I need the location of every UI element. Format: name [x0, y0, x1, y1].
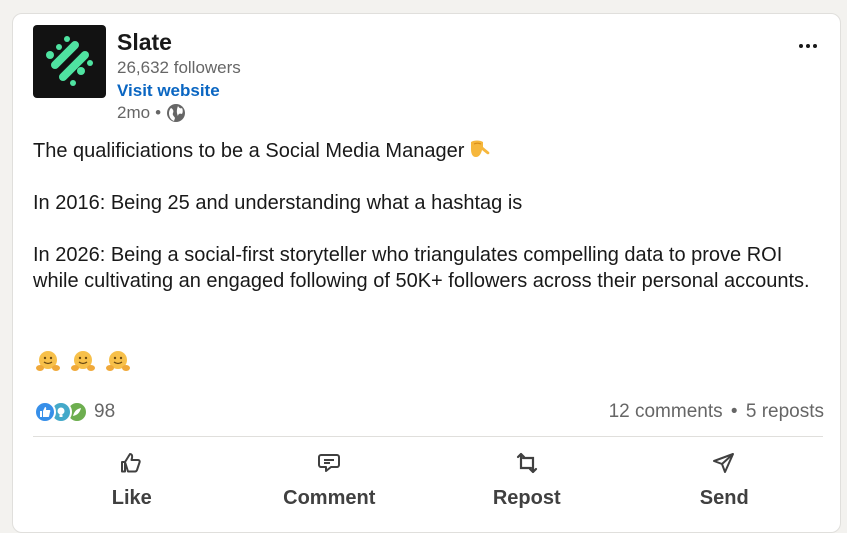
post-line-2: In 2016: Being 25 and understanding what…: [33, 192, 523, 214]
engagement-summary: 12 comments • 5 reposts: [609, 401, 824, 423]
divider: [33, 436, 823, 437]
action-bar: Like Comment Repost Send: [33, 446, 823, 516]
company-meta: Slate 26,632 followers Visit website 2mo…: [117, 28, 241, 124]
reaction-count[interactable]: 98: [94, 401, 115, 423]
separator-dot: •: [730, 401, 738, 422]
slate-logo-icon[interactable]: [33, 25, 106, 98]
reactions-summary[interactable]: 98: [34, 401, 115, 423]
post-line-1: The qualificiations to be a Social Media…: [33, 140, 465, 162]
repost-button[interactable]: Repost: [428, 446, 626, 516]
comment-button[interactable]: Comment: [231, 446, 429, 516]
post-body: The qualificiations to be a Social Media…: [33, 138, 833, 294]
separator-dot: •: [155, 103, 162, 122]
more-options-icon[interactable]: [794, 36, 822, 56]
like-button[interactable]: Like: [33, 446, 231, 516]
thumbs-up-icon: [119, 450, 145, 481]
globe-icon: [166, 103, 186, 123]
send-label: Send: [699, 487, 749, 509]
send-icon: [711, 450, 737, 481]
like-reaction-icon: [34, 401, 56, 423]
comment-label: Comment: [283, 487, 376, 509]
post-age: 2mo: [117, 103, 151, 122]
repost-icon: [514, 450, 540, 481]
like-label: Like: [111, 487, 152, 509]
social-counts: 98 12 comments • 5 reposts: [34, 398, 824, 426]
comment-icon: [316, 450, 342, 481]
hugging-face-emoji: [70, 349, 96, 375]
repost-label: Repost: [492, 487, 561, 509]
company-name[interactable]: Slate: [117, 28, 241, 56]
emoji-row: [35, 349, 140, 375]
reposts-count[interactable]: 5 reposts: [746, 401, 824, 422]
hugging-face-emoji: [105, 349, 131, 375]
follower-count: 26,632 followers: [117, 58, 241, 77]
post-card: Slate 26,632 followers Visit website 2mo…: [12, 13, 841, 533]
post-line: The qualificiations to be a Social Media…: [33, 138, 833, 164]
send-button[interactable]: Send: [626, 446, 824, 516]
post-header: Slate 26,632 followers Visit website 2mo…: [33, 25, 241, 124]
post-line-3: In 2026: Being a social-first storytelle…: [33, 244, 810, 292]
backhand-index-pointing-down-emoji: [468, 138, 492, 160]
visit-website-link[interactable]: Visit website: [117, 79, 241, 102]
hugging-face-emoji: [35, 349, 61, 375]
post-timestamp: 2mo •: [117, 102, 241, 124]
comments-count[interactable]: 12 comments: [609, 401, 723, 422]
